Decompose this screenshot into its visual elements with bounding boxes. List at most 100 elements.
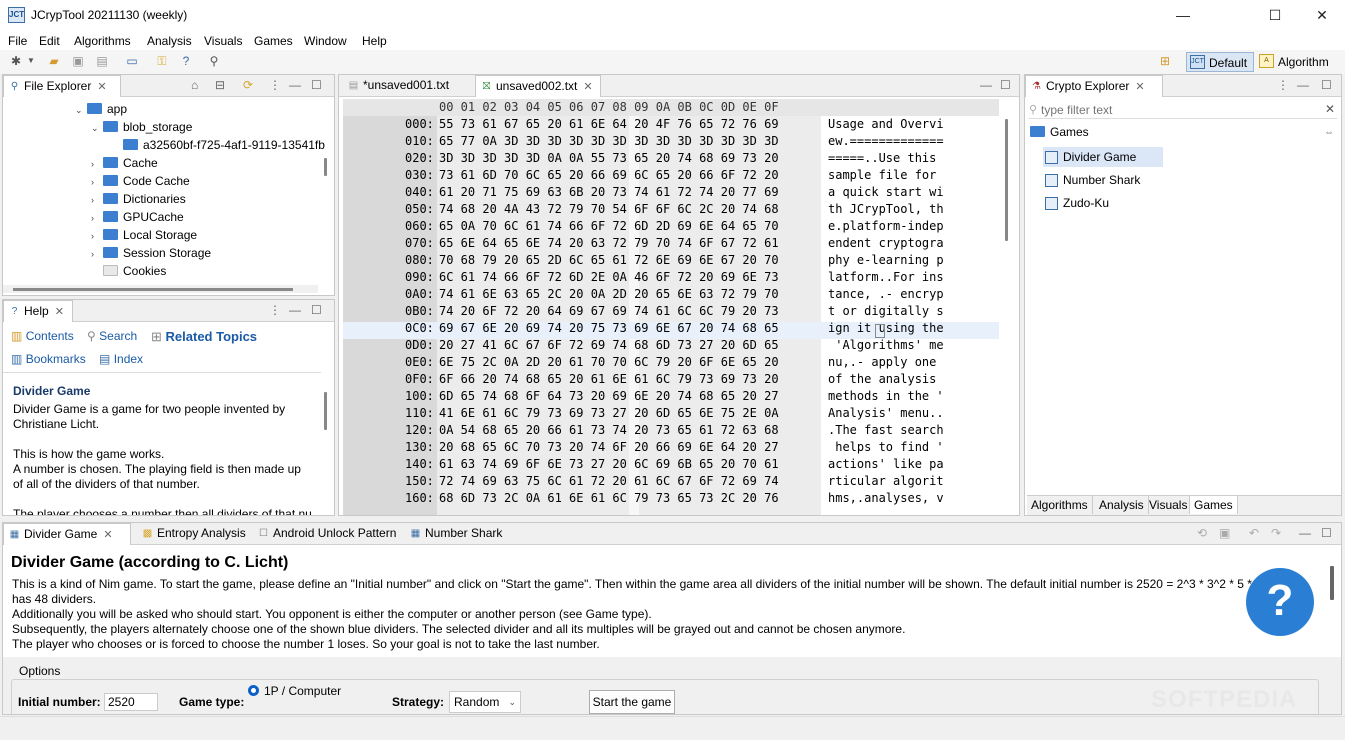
minimize-view-icon[interactable]: — bbox=[980, 78, 992, 92]
chevron-down-icon[interactable]: ▼ bbox=[26, 53, 36, 69]
hex-bytes[interactable]: 74 68 20 4A 43 72 79 70 54 6F 6F 6C 2C 2… bbox=[439, 201, 779, 218]
menu-file[interactable]: File bbox=[8, 34, 27, 48]
filter-field[interactable]: ⚲ ✕ bbox=[1029, 101, 1337, 119]
editor-vertical-scrollbar[interactable] bbox=[1005, 119, 1008, 241]
hex-bytes[interactable]: 68 6D 73 2C 0A 61 6E 61 6C 79 73 65 73 2… bbox=[439, 490, 779, 507]
collapse-arrows-icon[interactable]: ⇔ bbox=[1324, 127, 1334, 138]
vertical-scrollbar[interactable] bbox=[324, 158, 327, 176]
minimize-view-icon[interactable]: — bbox=[1297, 78, 1309, 92]
menu-help[interactable]: Help bbox=[362, 34, 387, 48]
minimize-view-icon[interactable]: — bbox=[289, 78, 301, 92]
close-icon[interactable]: ✕ bbox=[1135, 81, 1144, 93]
restart-icon[interactable]: ⟲ bbox=[1197, 526, 1207, 540]
ascii-text[interactable]: nu,.- apply one bbox=[828, 354, 944, 371]
hex-bytes[interactable]: 41 6E 61 6C 79 73 69 73 27 20 6D 65 6E 7… bbox=[439, 405, 779, 422]
tab-crypto-explorer[interactable]: ⚗ Crypto Explorer ✕ bbox=[1025, 75, 1163, 97]
minimize-view-icon[interactable]: — bbox=[289, 303, 301, 317]
start-game-button[interactable]: Start the game bbox=[589, 690, 675, 714]
tab-android-unlock-pattern[interactable]: ☐ Android Unlock Pattern bbox=[253, 523, 403, 545]
hex-bytes[interactable]: 3D 3D 3D 3D 3D 0A 0A 55 73 65 20 74 68 6… bbox=[439, 150, 779, 167]
menu-analysis[interactable]: Analysis bbox=[147, 34, 192, 48]
close-icon[interactable]: ✕ bbox=[97, 81, 106, 93]
perspective-algorithm[interactable]: A Algorithm bbox=[1256, 52, 1329, 72]
open-perspective-icon[interactable]: ⊞ bbox=[1157, 53, 1173, 69]
tree-item-gpucache[interactable]: › GPUCache bbox=[91, 208, 184, 226]
game-type-radio-computer[interactable]: 1P / Computer bbox=[248, 684, 341, 698]
open-folder-icon[interactable]: ▰ bbox=[46, 53, 62, 69]
new-icon[interactable]: ✱ bbox=[8, 53, 24, 69]
maximize-view-icon[interactable]: ☐ bbox=[1321, 526, 1332, 540]
filter-input[interactable] bbox=[1041, 101, 1321, 118]
collapsed-icon[interactable]: › bbox=[91, 227, 103, 245]
hex-bytes[interactable]: 61 63 74 69 6F 6E 73 27 20 6C 69 6B 65 2… bbox=[439, 456, 779, 473]
menu-window[interactable]: Window bbox=[304, 34, 347, 48]
ascii-text[interactable]: phy e-learning p bbox=[828, 252, 944, 269]
strategy-select[interactable]: Random ⌄ bbox=[449, 691, 521, 713]
close-icon[interactable]: ✕ bbox=[55, 306, 64, 318]
maximize-view-icon[interactable]: ☐ bbox=[311, 303, 322, 317]
ascii-text[interactable]: 'Algorithms' me bbox=[828, 337, 943, 354]
clear-filter-icon[interactable]: ✕ bbox=[1325, 102, 1335, 116]
tree-item-session-storage[interactable]: › Session Storage bbox=[91, 244, 211, 262]
menu-visuals[interactable]: Visuals bbox=[204, 34, 242, 48]
hex-bytes[interactable]: 6C 61 74 66 6F 72 6D 2E 0A 46 6F 72 20 6… bbox=[439, 269, 779, 286]
tab-analysis[interactable]: Analysis bbox=[1095, 496, 1149, 514]
expanded-icon[interactable]: ⌄ bbox=[75, 101, 87, 119]
tab-entropy-analysis[interactable]: ▩ Entropy Analysis bbox=[137, 523, 249, 545]
ascii-text[interactable]: rticular algorit bbox=[828, 473, 944, 490]
tree-item-blob-storage[interactable]: ⌄ blob_storage bbox=[91, 118, 192, 136]
expanded-icon[interactable]: ⌄ bbox=[91, 119, 103, 137]
ascii-text[interactable]: th JCrypTool, th bbox=[828, 201, 944, 218]
tree-item-code-cache[interactable]: › Code Cache bbox=[91, 172, 190, 190]
tab-visuals[interactable]: Visuals bbox=[1145, 496, 1193, 514]
horizontal-scrollbar[interactable] bbox=[13, 288, 293, 291]
hex-bytes[interactable]: 69 67 6E 20 69 74 20 75 73 69 6E 67 20 7… bbox=[439, 320, 779, 337]
tab-file-explorer[interactable]: ⚲ File Explorer ✕ bbox=[3, 75, 121, 97]
ascii-text[interactable]: ign it using the bbox=[828, 320, 944, 337]
minimize-view-icon[interactable]: — bbox=[1299, 526, 1311, 540]
console-icon[interactable]: ▭ bbox=[124, 53, 140, 69]
maximize-view-icon[interactable]: ☐ bbox=[1000, 78, 1011, 92]
ascii-text[interactable]: Usage and Overvi bbox=[828, 116, 944, 133]
ascii-text[interactable]: hms,.analyses, v bbox=[828, 490, 944, 507]
hex-bytes[interactable]: 0A 54 68 65 20 66 61 73 74 20 73 65 61 7… bbox=[439, 422, 779, 439]
refresh-icon[interactable]: ⟳ bbox=[243, 78, 253, 92]
help-related-topics-link[interactable]: ⊞ Related Topics bbox=[151, 329, 257, 345]
help-circle-icon[interactable]: ? bbox=[1246, 568, 1314, 636]
tab-games[interactable]: Games bbox=[1189, 496, 1238, 514]
tree-item-cookies[interactable]: Cookies bbox=[103, 262, 166, 280]
ascii-text[interactable]: endent cryptogra bbox=[828, 235, 944, 252]
tab-number-shark[interactable]: ▦ Number Shark bbox=[405, 523, 507, 545]
hex-bytes[interactable]: 65 6E 64 65 6E 74 20 63 72 79 70 74 6F 6… bbox=[439, 235, 779, 252]
hex-bytes[interactable]: 73 61 6D 70 6C 65 20 66 69 6C 65 20 66 6… bbox=[439, 167, 779, 184]
hex-bytes[interactable]: 6F 66 20 74 68 65 20 61 6E 61 6C 79 73 6… bbox=[439, 371, 779, 388]
ascii-text[interactable]: Analysis' menu.. bbox=[828, 405, 944, 422]
ascii-text[interactable]: a quick start wi bbox=[828, 184, 944, 201]
view-menu-icon[interactable]: ⋮ bbox=[1277, 78, 1289, 92]
tree-category-games[interactable]: Games bbox=[1030, 125, 1089, 139]
save-all-icon[interactable]: ▤ bbox=[94, 53, 110, 69]
close-icon[interactable]: ✕ bbox=[583, 81, 592, 93]
tab-unsaved001[interactable]: ▤ *unsaved001.txt bbox=[343, 75, 471, 97]
help-search-link[interactable]: ⚲ Search bbox=[87, 329, 137, 343]
tab-algorithms[interactable]: Algorithms bbox=[1027, 496, 1093, 514]
ascii-text[interactable]: latform..For ins bbox=[828, 269, 944, 286]
collapsed-icon[interactable]: › bbox=[91, 245, 103, 263]
tab-unsaved002[interactable]: ⛝ unsaved002.txt ✕ bbox=[475, 75, 601, 97]
close-button[interactable]: ✕ bbox=[1299, 0, 1345, 31]
tree-item-cache[interactable]: › Cache bbox=[91, 154, 158, 172]
tab-help[interactable]: ? Help ✕ bbox=[3, 300, 73, 322]
menu-algorithms[interactable]: Algorithms bbox=[74, 34, 131, 48]
tree-item-uuid-folder[interactable]: a32560bf-f725-4af1-9119-13541fb bbox=[123, 136, 325, 154]
hex-bytes[interactable]: 72 74 69 63 75 6C 61 72 20 61 6C 67 6F 7… bbox=[439, 473, 779, 490]
hex-bytes[interactable]: 70 68 79 20 65 2D 6C 65 61 72 6E 69 6E 6… bbox=[439, 252, 779, 269]
hex-bytes[interactable]: 65 0A 70 6C 61 74 66 6F 72 6D 2D 69 6E 6… bbox=[439, 218, 779, 235]
ascii-text[interactable]: helps to find ' bbox=[828, 439, 943, 456]
help-bookmarks-link[interactable]: ▥ Bookmarks bbox=[11, 352, 86, 366]
ascii-text[interactable]: methods in the ' bbox=[828, 388, 944, 405]
collapsed-icon[interactable]: › bbox=[91, 191, 103, 209]
hex-bytes[interactable]: 65 77 0A 3D 3D 3D 3D 3D 3D 3D 3D 3D 3D 3… bbox=[439, 133, 779, 150]
undo-icon[interactable]: ↶ bbox=[1249, 526, 1259, 540]
maximize-view-icon[interactable]: ☐ bbox=[311, 78, 322, 92]
initial-number-input[interactable]: 2520 bbox=[104, 693, 158, 711]
